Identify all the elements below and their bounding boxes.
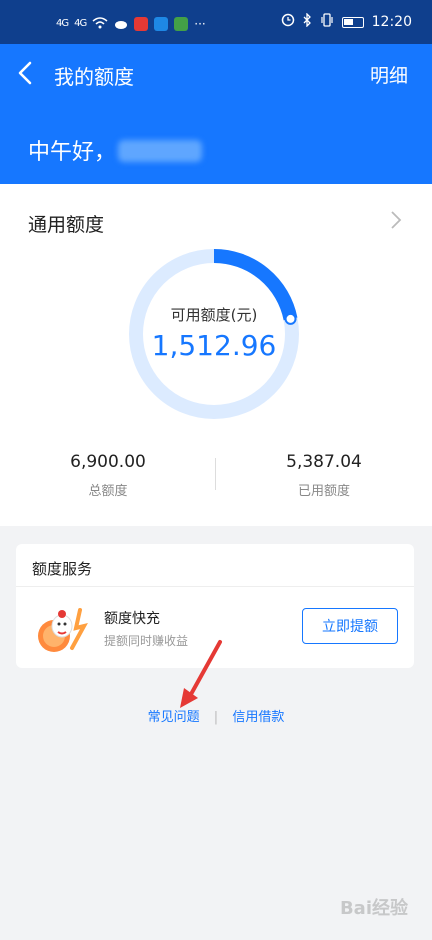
total-value: 6,900.00	[70, 452, 146, 472]
used-label: 已用额度	[297, 484, 350, 499]
page-title: 我的额度	[54, 65, 134, 89]
service-section-title: 额度服务	[32, 560, 93, 578]
status-right-icons: 12:20	[281, 12, 412, 31]
watermark: Bai经验	[339, 898, 408, 919]
credit-card: 通用额度 可用额度(元) 1,512.96 6,900.00 总额度 5,387…	[0, 184, 432, 526]
total-label: 总额度	[88, 484, 128, 499]
wifi-icon	[92, 14, 108, 33]
signal-icon-2: 4G	[74, 18, 87, 29]
faq-link[interactable]: 常见问题	[148, 710, 200, 725]
service-item-name: 额度快充	[104, 611, 160, 627]
service-item-desc: 提额同时赚收益	[104, 634, 189, 648]
battery-icon	[341, 16, 364, 28]
service-card: 额度服务 额度快充 提额同时赚收益 立即提额	[16, 544, 414, 668]
mascot-icon	[32, 602, 92, 654]
header: 我的额度 明细 中午好，	[0, 44, 432, 184]
status-left-icons: 4G 4G ···	[56, 14, 206, 33]
bottom-links: 常见问题 | 信用借款	[0, 706, 432, 725]
divider	[16, 586, 414, 587]
available-value: 1,512.96	[151, 329, 277, 362]
back-button[interactable]	[16, 60, 34, 91]
used-value: 5,387.04	[286, 452, 362, 472]
chevron-left-icon	[18, 61, 32, 85]
blurred-username	[118, 140, 202, 162]
status-bar: 4G 4G ··· 12:20	[0, 0, 432, 44]
total-stat: 6,900.00 总额度	[0, 452, 216, 499]
detail-link[interactable]: 明细	[370, 61, 408, 88]
red-app-icon	[134, 16, 149, 31]
available-label: 可用额度(元)	[170, 306, 258, 324]
alarm-icon	[281, 13, 295, 31]
vibrate-icon	[320, 13, 334, 31]
credit-section-title: 通用额度	[28, 214, 105, 236]
used-stat: 5,387.04 已用额度	[216, 452, 432, 499]
credit-loan-link[interactable]: 信用借款	[232, 710, 284, 725]
cloud-icon	[114, 14, 128, 33]
green-app-icon	[174, 16, 189, 31]
bluetooth-icon	[303, 12, 312, 31]
chevron-right-icon[interactable]	[390, 210, 402, 236]
status-time: 12:20	[371, 14, 412, 30]
link-separator: |	[213, 710, 219, 725]
blue-app-icon	[154, 16, 169, 31]
greeting-text: 中午好，	[28, 140, 117, 165]
raise-limit-button[interactable]: 立即提额	[302, 608, 398, 644]
more-icon: ···	[194, 16, 206, 31]
signal-icon-1: 4G	[56, 18, 69, 29]
